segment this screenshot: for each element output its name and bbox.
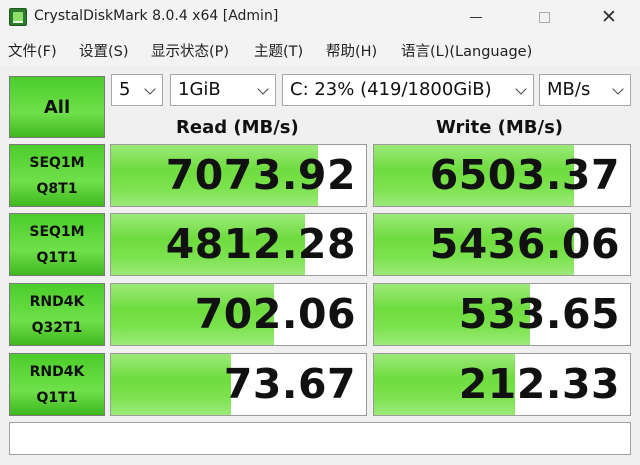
- drive-select[interactable]: C: 23% (419/1800GiB): [282, 74, 534, 106]
- read-value: 702.06: [194, 290, 356, 338]
- write-result: 212.33: [373, 353, 631, 416]
- test-button-seq1m-q1t1[interactable]: SEQ1M Q1T1: [9, 213, 105, 276]
- close-button[interactable]: ✕: [586, 0, 632, 34]
- read-value: 73.67: [223, 360, 356, 408]
- read-result: 4812.28: [110, 213, 367, 276]
- test-name: SEQ1M: [29, 155, 85, 171]
- minimize-icon: [470, 16, 482, 18]
- write-result: 533.65: [373, 283, 631, 346]
- test-name: RND4K: [29, 294, 85, 310]
- test-count-select[interactable]: 5: [111, 74, 163, 106]
- write-value: 212.33: [458, 360, 620, 408]
- menu-file[interactable]: 文件(F): [8, 40, 57, 61]
- drive-value: C: 23% (419/1800GiB): [290, 79, 492, 100]
- chevron-down-icon: [515, 83, 527, 95]
- write-column-header: Write (MB/s): [436, 117, 564, 138]
- all-button[interactable]: All: [9, 76, 105, 138]
- minimize-button[interactable]: [453, 0, 499, 34]
- maximize-icon: [538, 11, 550, 23]
- main-panel: All 5 1GiB C: 23% (419/1800GiB) MB/s Rea…: [0, 66, 640, 465]
- comment-field[interactable]: [9, 422, 631, 455]
- menu-bar: 文件(F) 设置(S) 显示状态(P) 主题(T) 帮助(H) 语言(L)(La…: [0, 34, 640, 66]
- test-name: SEQ1M: [29, 224, 85, 240]
- test-button-rnd4k-q1t1[interactable]: RND4K Q1T1: [9, 353, 105, 416]
- test-count-value: 5: [119, 79, 131, 100]
- chevron-down-icon: [612, 83, 624, 95]
- write-result: 5436.06: [373, 213, 631, 276]
- test-params: Q32T1: [31, 320, 83, 336]
- test-params: Q8T1: [36, 181, 78, 197]
- menu-help[interactable]: 帮助(H): [326, 40, 377, 61]
- write-value: 5436.06: [429, 220, 620, 268]
- close-icon: ✕: [601, 5, 617, 28]
- test-name: RND4K: [29, 364, 85, 380]
- test-size-value: 1GiB: [178, 79, 221, 100]
- title-bar: CrystalDiskMark 8.0.4 x64 [Admin] ✕: [0, 0, 640, 34]
- crystaldiskmark-app-icon: [9, 8, 27, 26]
- chevron-down-icon: [257, 83, 269, 95]
- menu-settings[interactable]: 设置(S): [79, 40, 129, 61]
- test-params: Q1T1: [36, 390, 78, 406]
- menu-view[interactable]: 显示状态(P): [151, 40, 229, 61]
- read-result: 73.67: [110, 353, 367, 416]
- write-result: 6503.37: [373, 144, 631, 207]
- maximize-button[interactable]: [521, 0, 567, 34]
- test-params: Q1T1: [36, 250, 78, 266]
- menu-theme[interactable]: 主题(T): [254, 40, 303, 61]
- write-value: 6503.37: [429, 151, 620, 199]
- menu-language[interactable]: 语言(L)(Language): [401, 40, 532, 61]
- test-button-seq1m-q8t1[interactable]: SEQ1M Q8T1: [9, 144, 105, 207]
- test-button-rnd4k-q32t1[interactable]: RND4K Q32T1: [9, 283, 105, 346]
- read-column-header: Read (MB/s): [176, 117, 299, 138]
- chevron-down-icon: [144, 83, 156, 95]
- read-result: 7073.92: [110, 144, 367, 207]
- write-value: 533.65: [458, 290, 620, 338]
- read-result: 702.06: [110, 283, 367, 346]
- read-value: 4812.28: [165, 220, 356, 268]
- zol-watermark: ZOL: [557, 430, 608, 454]
- window-title: CrystalDiskMark 8.0.4 x64 [Admin]: [34, 8, 279, 24]
- read-bar: [111, 354, 231, 415]
- read-value: 7073.92: [165, 151, 356, 199]
- unit-value: MB/s: [547, 79, 591, 100]
- unit-select[interactable]: MB/s: [539, 74, 631, 106]
- test-size-select[interactable]: 1GiB: [170, 74, 276, 106]
